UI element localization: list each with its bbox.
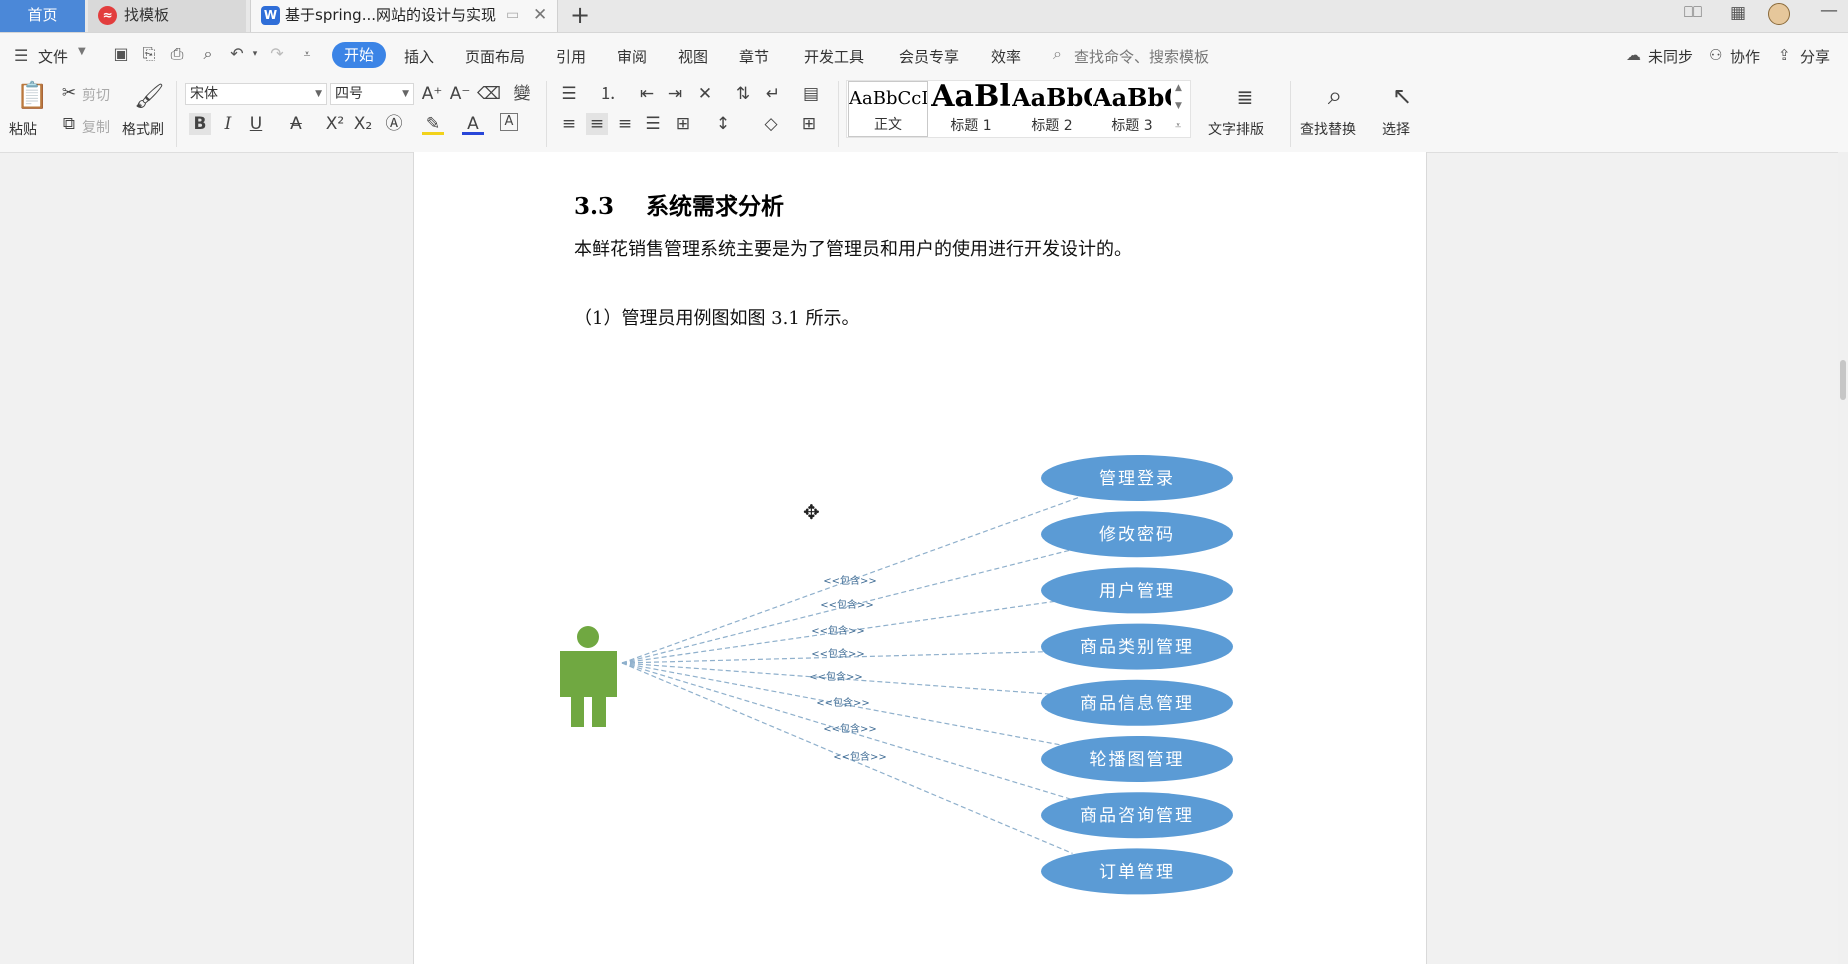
actor-head bbox=[577, 626, 599, 648]
actor-body bbox=[560, 651, 617, 727]
include-label: <<包含>> bbox=[820, 598, 874, 611]
move-cursor-icon: ✥ bbox=[803, 500, 820, 524]
include-label: <<包含>> bbox=[823, 722, 877, 735]
use-case-label: 商品咨询管理 bbox=[1080, 806, 1194, 826]
use-case-label: 商品类别管理 bbox=[1080, 638, 1194, 658]
include-label: <<包含>> bbox=[809, 670, 863, 683]
include-labels: <<包含>> <<包含>> <<包含>> <<包含>> <<包含>> <<包含>> <<包含… bbox=[809, 574, 887, 763]
include-label: <<包含>> bbox=[811, 624, 865, 637]
include-label: <<包含>> bbox=[833, 750, 887, 763]
include-label: <<包含>> bbox=[811, 647, 865, 660]
use-case-diagram[interactable]: <<包含>> <<包含>> <<包含>> <<包含>> <<包含>> <<包含>> <<包含… bbox=[0, 0, 1848, 964]
use-case-label: 管理登录 bbox=[1099, 469, 1175, 489]
scrollbar-thumb[interactable] bbox=[1840, 360, 1846, 400]
use-case-label: 商品信息管理 bbox=[1080, 694, 1194, 714]
use-case-label: 用户管理 bbox=[1099, 581, 1175, 601]
include-label: <<包含>> bbox=[823, 574, 877, 587]
vertical-scrollbar[interactable] bbox=[1838, 152, 1848, 964]
administrator-actor bbox=[560, 626, 617, 727]
include-label: <<包含>> bbox=[816, 696, 870, 709]
use-case-group: 管理登录修改密码用户管理商品类别管理商品信息管理轮播图管理商品咨询管理订单管理 bbox=[1041, 455, 1233, 895]
use-case-label: 修改密码 bbox=[1099, 525, 1175, 545]
use-case-label: 订单管理 bbox=[1099, 862, 1175, 882]
use-case-label: 轮播图管理 bbox=[1090, 750, 1185, 770]
